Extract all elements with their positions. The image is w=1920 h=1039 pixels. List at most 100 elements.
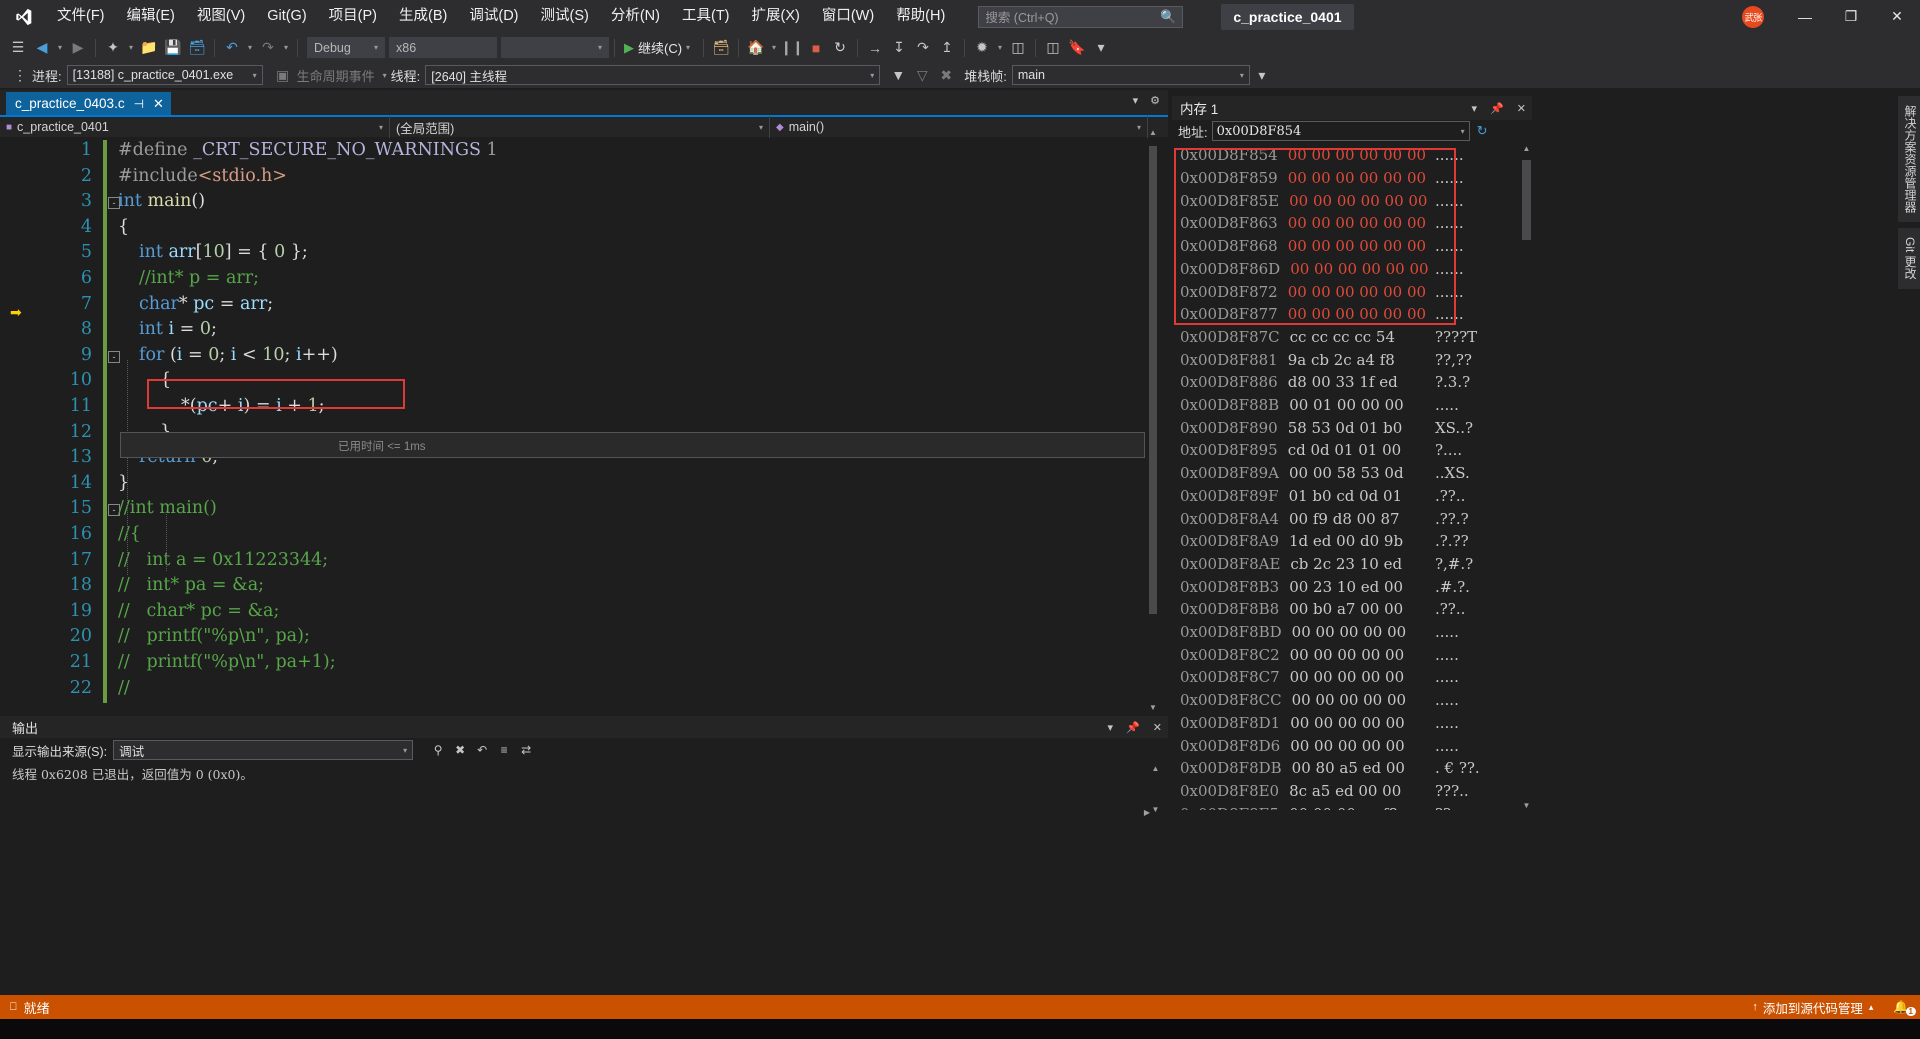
break-all-icon[interactable]: ❙❙ xyxy=(780,36,804,60)
step-out-icon[interactable]: ↥ xyxy=(935,36,959,60)
more-toolbar-icon[interactable]: ▾ xyxy=(1089,36,1113,60)
menu-analyze[interactable]: 分析(N) xyxy=(600,0,671,33)
memory-row[interactable]: 0x00D8F8BD 00 00 00 00 00..... xyxy=(1180,621,1459,644)
memory-row[interactable]: 0x00D8F89F 01 b0 cd 0d 01.??.. xyxy=(1180,485,1465,508)
close-button[interactable]: ✕ xyxy=(1874,0,1920,33)
code-line[interactable]: { xyxy=(118,217,129,237)
scroll-right-icon[interactable]: ▶ xyxy=(1144,808,1150,817)
menu-test[interactable]: 测试(S) xyxy=(530,0,600,33)
avatar[interactable]: 武张 xyxy=(1742,5,1764,28)
redo-caret[interactable]: ▾ xyxy=(280,36,292,60)
lifecycle-caret[interactable]: ▾ xyxy=(379,63,391,87)
menu-help[interactable]: 帮助(H) xyxy=(885,0,956,33)
pin-icon[interactable]: 📌 xyxy=(1490,102,1504,115)
memory-row[interactable]: 0x00D8F890 58 53 0d 01 b0 XS..? xyxy=(1180,416,1473,439)
memory-row[interactable]: 0x00D8F881 9a cb 2c a4 f8??,?? xyxy=(1180,348,1472,371)
continue-button[interactable]: ▶ 继续(C) ▾ xyxy=(620,36,698,60)
save-all-icon[interactable]: 🗃 xyxy=(185,36,209,60)
navigate-backward-icon[interactable]: ◀ xyxy=(30,36,54,60)
menu-window[interactable]: 窗口(W) xyxy=(811,0,885,33)
add-to-source-control-button[interactable]: ↑ 添加到源代码管理 ▴ xyxy=(1743,995,1882,1019)
bookmark-icon[interactable]: 🔖 xyxy=(1065,36,1089,60)
undo-icon[interactable]: ↶ xyxy=(220,36,244,60)
restart-icon[interactable]: ↻ xyxy=(828,36,852,60)
toolbar-options-icon[interactable]: ☰ xyxy=(6,36,30,60)
undo-caret[interactable]: ▾ xyxy=(244,36,256,60)
step-over-icon[interactable]: ↷ xyxy=(911,36,935,60)
hot-reload-caret[interactable]: ▾ xyxy=(768,36,780,60)
code-line[interactable]: #define _CRT_SECURE_NO_WARNINGS 1 xyxy=(118,140,498,160)
chevron-down-icon[interactable]: ▾ xyxy=(1133,94,1139,107)
memory-address-input[interactable]: 0x00D8F854 ▾ xyxy=(1211,121,1470,141)
save-icon[interactable]: 💾 xyxy=(161,36,185,60)
memory-row[interactable]: 0x00D8F8E0 8c a5 ed 00 00???.. xyxy=(1180,780,1469,803)
menu-debug[interactable]: 调试(D) xyxy=(458,0,529,33)
chevron-down-icon[interactable]: ▾ xyxy=(1472,102,1478,115)
code-line[interactable]: // printf("%p\n", pa+1); xyxy=(118,652,336,672)
menu-view[interactable]: 视图(V) xyxy=(186,0,256,33)
memory-row[interactable]: 0x00D8F8CC 00 00 00 00 00..... xyxy=(1180,689,1459,712)
memory-row[interactable]: 0x00D8F8DB 00 80 a5 ed 00 . € ??. xyxy=(1180,757,1480,780)
restore-button[interactable]: ❐ xyxy=(1828,0,1874,33)
search-input[interactable]: 搜索 (Ctrl+Q) 🔍 xyxy=(978,5,1184,28)
code-line[interactable]: int main() xyxy=(118,191,205,211)
code-editor[interactable]: ➡ 1 #define _CRT_SECURE_NO_WARNINGS 1 2 #in… xyxy=(0,138,1168,785)
gear-icon[interactable]: ⚙ xyxy=(1150,94,1160,107)
code-line[interactable]: // int a = 0x11223344; xyxy=(118,550,328,570)
memory-row[interactable]: 0x00D8F8AE cb 2c 23 10 ed ?,#.? xyxy=(1180,553,1473,576)
open-file-icon[interactable]: 📁 xyxy=(137,36,161,60)
close-icon[interactable]: ✕ xyxy=(1153,721,1162,734)
pin-icon[interactable]: ⊣ xyxy=(134,97,144,111)
menu-tools[interactable]: 工具(T) xyxy=(671,0,741,33)
flag-thread-icon[interactable]: ▼ xyxy=(886,63,910,87)
output-horizontal-scrollbar[interactable]: ▶ xyxy=(0,808,1150,820)
memory-row[interactable]: 0x00D8F8A9 1d ed 00 d0 9b.?.?? xyxy=(1180,530,1469,553)
menu-edit[interactable]: 编辑(E) xyxy=(116,0,186,33)
scroll-up-icon[interactable]: ▲ xyxy=(1149,764,1162,773)
hot-reload-icon[interactable]: 🏠 xyxy=(744,36,768,60)
go-to-message-icon[interactable]: ≡ xyxy=(493,739,515,761)
memory-row[interactable]: 0x00D8F895 cd 0d 01 01 00?.... xyxy=(1180,439,1462,462)
code-line[interactable]: // xyxy=(118,678,130,698)
step-into-icon[interactable]: ↧ xyxy=(887,36,911,60)
menu-file[interactable]: 文件(F) xyxy=(46,0,116,33)
memory-row[interactable]: 0x00D8F8C7 00 00 00 00 00..... xyxy=(1180,666,1459,689)
memory-vertical-scrollbar[interactable]: ▲ ▼ xyxy=(1520,144,1533,810)
redo-icon[interactable]: ↷ xyxy=(256,36,280,60)
nav-member-combo[interactable]: ◆ main() ▾ xyxy=(770,116,1148,138)
show-next-statement-icon[interactable]: → xyxy=(863,36,887,60)
scroll-thumb[interactable] xyxy=(1149,146,1157,614)
tab-solution-explorer[interactable]: 解决方案资源管理器 xyxy=(1898,96,1920,222)
editor-vertical-scrollbar[interactable]: ▲ ▼ xyxy=(1146,128,1160,738)
code-line[interactable]: int i = 0; xyxy=(139,319,217,339)
scroll-up-icon[interactable]: ▲ xyxy=(1520,144,1533,153)
find-message-icon[interactable]: ⚲ xyxy=(427,739,449,761)
startup-project-combo[interactable]: ▾ xyxy=(501,37,609,58)
new-project-icon[interactable]: ✦ xyxy=(101,36,125,60)
debug-toolbar-overflow-icon[interactable]: ▾ xyxy=(1250,63,1274,87)
unflag-thread-icon[interactable]: ▽ xyxy=(910,63,934,87)
navigate-forward-icon[interactable]: ▶ xyxy=(66,36,90,60)
memory-row[interactable]: 0x00D8F8D6 00 00 00 00 00..... xyxy=(1180,734,1459,757)
chevron-down-icon[interactable]: ▾ xyxy=(1108,721,1114,734)
output-source-combo[interactable]: 调试 ▾ xyxy=(113,740,414,760)
menu-extensions[interactable]: 扩展(X) xyxy=(741,0,811,33)
scroll-down-icon[interactable]: ▼ xyxy=(1149,805,1162,814)
memory-row[interactable]: 0x00D8F8B8 00 b0 a7 00 00.??.. xyxy=(1180,598,1465,621)
toggle-wordwrap-icon[interactable]: ↶ xyxy=(471,739,493,761)
code-line[interactable]: // printf("%p\n", pa); xyxy=(118,626,310,646)
nav-scope-combo[interactable]: (全局范围) ▾ xyxy=(390,116,770,138)
freeze-thread-icon[interactable]: ✖ xyxy=(934,63,958,87)
tab-git-changes[interactable]: Git 更改 xyxy=(1898,228,1920,289)
fold-toggle[interactable]: - xyxy=(108,350,120,363)
code-line[interactable]: //{ xyxy=(118,524,141,544)
memory-scroll-thumb[interactable] xyxy=(1522,160,1531,240)
output-vertical-scrollbar[interactable]: ▲ ▼ xyxy=(1149,764,1162,814)
memory-row[interactable]: 0x00D8F8A4 00 f9 d8 00 87.??.? xyxy=(1180,507,1469,530)
thread-combo[interactable]: [2640] 主线程 ▾ xyxy=(425,65,881,85)
refresh-icon[interactable]: ↻ xyxy=(1477,123,1488,139)
close-icon[interactable]: ✕ xyxy=(153,96,164,112)
menu-project[interactable]: 项目(P) xyxy=(318,0,388,33)
attach-process-icon[interactable]: 🗃 xyxy=(709,36,733,60)
pin-icon[interactable]: 📌 xyxy=(1126,721,1140,734)
